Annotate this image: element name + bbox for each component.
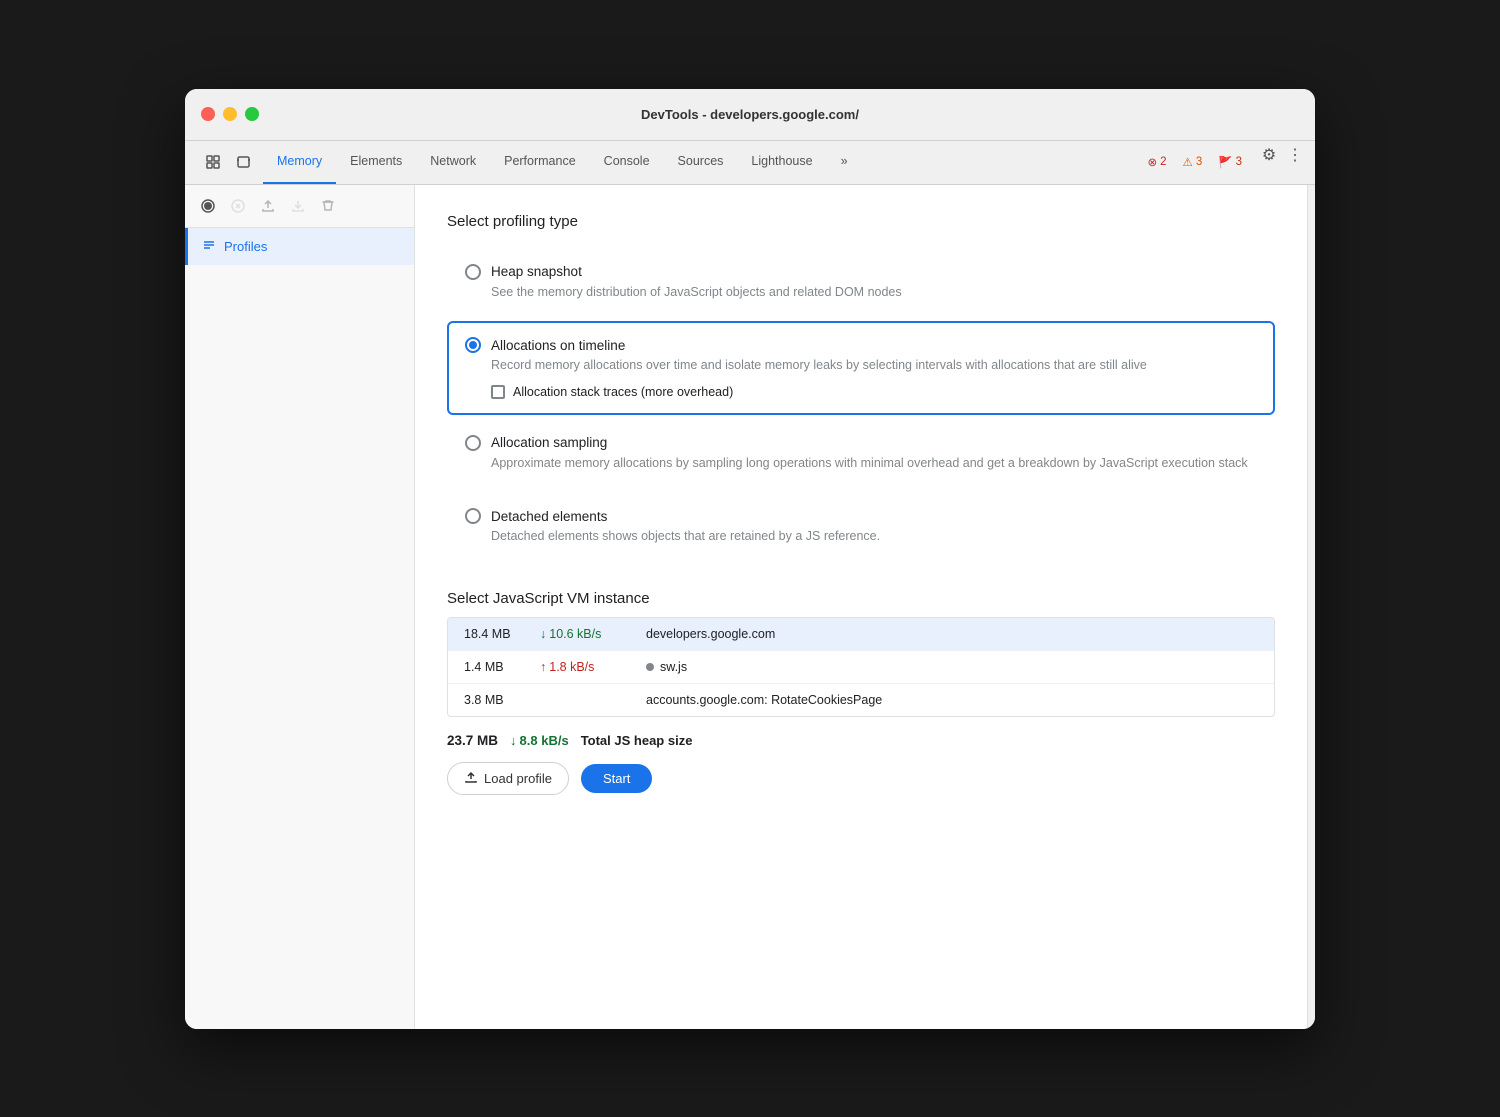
total-rate-value: 8.8 kB/s [520,733,569,748]
option-timeline-desc: Record memory allocations over time and … [491,357,1257,375]
option-detached[interactable]: Detached elements Detached elements show… [447,492,1275,562]
vm-name-0: developers.google.com [646,627,1258,641]
radio-sampling[interactable] [465,435,481,451]
scrollbar[interactable] [1307,185,1315,1029]
load-profile-button[interactable]: Load profile [447,762,569,795]
tab-icons-area [193,141,263,184]
option-heap-desc: See the memory distribution of JavaScrip… [491,284,1257,302]
settings-button[interactable]: ⚙ [1255,141,1283,169]
main-content: Select profiling type Heap snapshot See … [415,185,1307,1029]
vm-size-2: 3.8 MB [464,693,524,707]
sidebar: Profiles [185,185,415,1029]
tab-sources[interactable]: Sources [664,141,738,184]
total-size: 23.7 MB [447,733,498,748]
tab-elements[interactable]: Elements [336,141,416,184]
vm-dot-icon [646,663,654,671]
info-icon: 🚩 [1218,155,1232,169]
error-badge[interactable]: ⊗ 2 [1143,153,1172,171]
option-detached-desc: Detached elements shows objects that are… [491,528,1257,546]
vm-row-2[interactable]: 3.8 MB accounts.google.com: RotateCookie… [448,684,1274,716]
clear-button[interactable] [315,193,341,219]
option-heap-snapshot[interactable]: Heap snapshot See the memory distributio… [447,248,1275,318]
devtools-tab-bar: Memory Elements Network Performance Cons… [185,141,1315,185]
option-timeline-title: Allocations on timeline [491,338,625,353]
close-button[interactable] [201,107,215,121]
option-sampling[interactable]: Allocation sampling Approximate memory a… [447,419,1275,489]
option-heap-title: Heap snapshot [491,264,582,279]
title-bar: DevTools - developers.google.com/ [185,89,1315,141]
devtools-body: Profiles Select profiling type Heap snap… [185,185,1315,1029]
sidebar-item-profiles[interactable]: Profiles [185,228,414,265]
vm-name-1: sw.js [646,660,1258,674]
tab-lighthouse[interactable]: Lighthouse [737,141,826,184]
vm-row-1[interactable]: 1.4 MB ↑ 1.8 kB/s sw.js [448,651,1274,684]
checkbox-traces-label: Allocation stack traces (more overhead) [513,385,733,399]
vm-rate-value-0: 10.6 kB/s [549,627,601,641]
vm-instance-table: 18.4 MB ↓ 10.6 kB/s developers.google.co… [447,617,1275,717]
vm-size-1: 1.4 MB [464,660,524,674]
profiles-icon [202,238,216,255]
total-rate: ↓ 8.8 kB/s [510,733,569,748]
tab-network[interactable]: Network [416,141,490,184]
option-timeline-header: Allocations on timeline [465,337,1257,353]
tab-more[interactable]: » [827,141,862,184]
vm-size-0: 18.4 MB [464,627,524,641]
badges-area: ⊗ 2 ⚠ 3 🚩 3 [1135,141,1256,184]
up-arrow-icon-1: ↑ [540,660,546,674]
download-button[interactable] [285,193,311,219]
record-button[interactable] [195,193,221,219]
more-options-button[interactable]: ⋮ [1283,141,1307,169]
window-controls [201,107,259,121]
sidebar-profiles-label: Profiles [224,239,267,254]
profiling-options: Heap snapshot See the memory distributio… [447,248,1275,566]
option-timeline[interactable]: Allocations on timeline Record memory al… [447,321,1275,415]
checkbox-row-traces: Allocation stack traces (more overhead) [491,385,1257,399]
option-heap-header: Heap snapshot [465,264,1257,280]
checkbox-traces[interactable] [491,385,505,399]
down-arrow-icon-0: ↓ [540,627,546,641]
devtools-window: DevTools - developers.google.com/ [185,89,1315,1029]
vm-row-0[interactable]: 18.4 MB ↓ 10.6 kB/s developers.google.co… [448,618,1274,651]
radio-timeline[interactable] [465,337,481,353]
maximize-button[interactable] [245,107,259,121]
action-bar: Load profile Start [447,756,1275,795]
option-sampling-title: Allocation sampling [491,435,607,450]
sidebar-toolbar [185,185,414,228]
error-icon: ⊗ [1148,155,1158,169]
vm-rate-0: ↓ 10.6 kB/s [540,627,630,641]
total-bar: 23.7 MB ↓ 8.8 kB/s Total JS heap size [447,717,1275,756]
vm-section-title: Select JavaScript VM instance [447,590,1275,607]
radio-heap[interactable] [465,264,481,280]
option-sampling-desc: Approximate memory allocations by sampli… [491,455,1257,473]
radio-detached[interactable] [465,508,481,524]
device-icon-button[interactable] [231,150,255,174]
warning-icon: ⚠ [1183,155,1193,169]
upload-button[interactable] [255,193,281,219]
vm-name-2: accounts.google.com: RotateCookiesPage [646,693,1258,707]
tab-performance[interactable]: Performance [490,141,590,184]
upload-icon [464,770,478,787]
option-detached-header: Detached elements [465,508,1257,524]
stop-button[interactable] [225,193,251,219]
total-label: Total JS heap size [581,733,693,748]
tab-memory[interactable]: Memory [263,141,336,184]
total-rate-arrow: ↓ [510,733,517,748]
tab-console[interactable]: Console [590,141,664,184]
vm-rate-value-1: 1.8 kB/s [549,660,594,674]
option-detached-title: Detached elements [491,509,607,524]
warning-badge[interactable]: ⚠ 3 [1178,153,1208,171]
option-sampling-header: Allocation sampling [465,435,1257,451]
select-profiling-title: Select profiling type [447,213,1275,230]
vm-rate-1: ↑ 1.8 kB/s [540,660,630,674]
minimize-button[interactable] [223,107,237,121]
inspect-icon-button[interactable] [201,150,225,174]
start-button[interactable]: Start [581,764,652,793]
window-title: DevTools - developers.google.com/ [641,107,859,122]
info-badge[interactable]: 🚩 3 [1213,153,1247,171]
